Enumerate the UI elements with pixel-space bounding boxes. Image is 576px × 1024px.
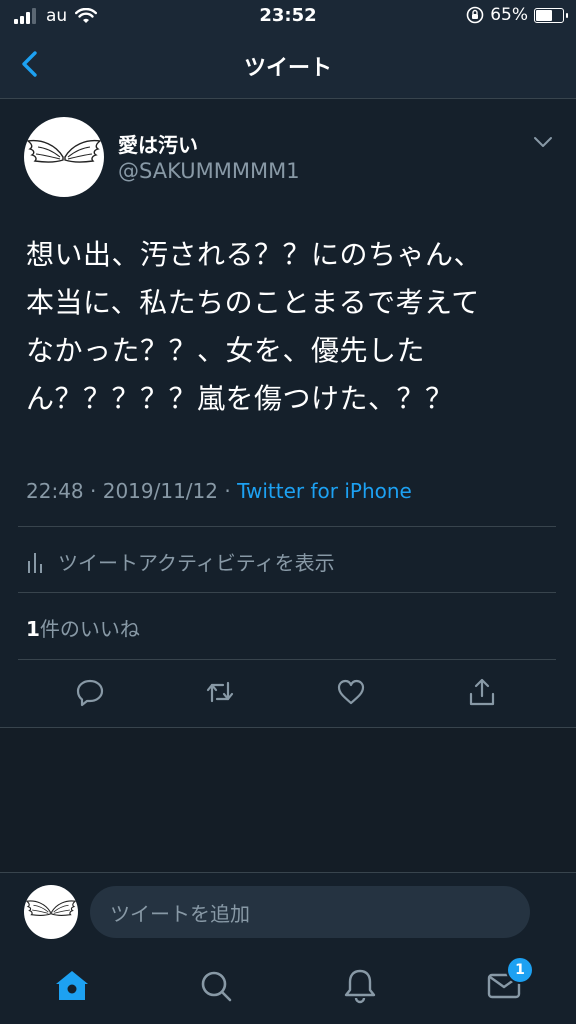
page-title: ツイート <box>243 56 332 81</box>
reply-icon[interactable] <box>75 677 105 707</box>
avatar[interactable] <box>24 885 78 939</box>
orientation-lock-icon <box>466 6 484 24</box>
tab-bar: 1 <box>0 954 576 1024</box>
meta-separator: · <box>90 479 97 503</box>
bar-chart-icon <box>28 552 42 573</box>
divider <box>18 592 556 593</box>
tweet-source-link[interactable]: Twitter for iPhone <box>237 479 412 503</box>
nav-bar: ツイート <box>0 32 576 99</box>
tweet-activity-link[interactable]: ツイートアクティビティを表示 <box>26 547 335 576</box>
status-right: 65% <box>466 5 568 25</box>
share-icon[interactable] <box>467 677 497 707</box>
display-name[interactable]: 愛は汚い <box>118 129 198 158</box>
tweet-meta: 22:48 · 2019/11/12 · Twitter for iPhone <box>26 479 412 503</box>
heart-icon[interactable] <box>336 677 366 707</box>
battery-percent: 65% <box>490 5 528 25</box>
tweet-detail: 愛は汚い @SAKUMMMMM1 想い出、汚される？？にのちゃん、 本当に、私た… <box>0 99 576 728</box>
tweet-time: 22:48 <box>26 479 84 503</box>
retweet-icon[interactable] <box>205 677 235 707</box>
unread-badge: 1 <box>506 956 534 984</box>
reply-input[interactable]: ツイートを追加 <box>90 886 530 938</box>
divider <box>18 659 556 660</box>
avatar[interactable] <box>24 117 104 197</box>
tweet-text: 想い出、汚される？？にのちゃん、 本当に、私たちのことまるで考えて なかった？？… <box>26 238 483 415</box>
angel-wings-icon <box>26 139 102 163</box>
battery-tip <box>566 12 568 18</box>
chevron-down-icon[interactable] <box>532 135 554 149</box>
search-icon[interactable] <box>196 966 236 1006</box>
home-icon[interactable] <box>52 966 92 1006</box>
divider <box>18 526 556 527</box>
tweet-date: 2019/11/12 <box>102 479 218 503</box>
angel-wings-icon <box>25 900 77 916</box>
status-bar: au 23:52 65% <box>0 0 576 32</box>
tweet-actions <box>0 677 576 707</box>
reply-bar: ツイートを追加 <box>0 872 576 955</box>
messages-tab[interactable]: 1 <box>484 956 534 1006</box>
like-count-label: 件のいいね <box>39 617 140 641</box>
like-count-number: 1 <box>26 617 40 641</box>
tweet-activity-label: ツイートアクティビティを表示 <box>58 551 335 575</box>
battery-icon <box>534 7 568 23</box>
user-handle[interactable]: @SAKUMMMMM1 <box>118 159 300 183</box>
notifications-bell-icon[interactable] <box>340 966 380 1006</box>
likes-count[interactable]: 1件のいいね <box>26 613 140 642</box>
battery-fill <box>536 9 552 21</box>
meta-separator: · <box>224 479 231 503</box>
